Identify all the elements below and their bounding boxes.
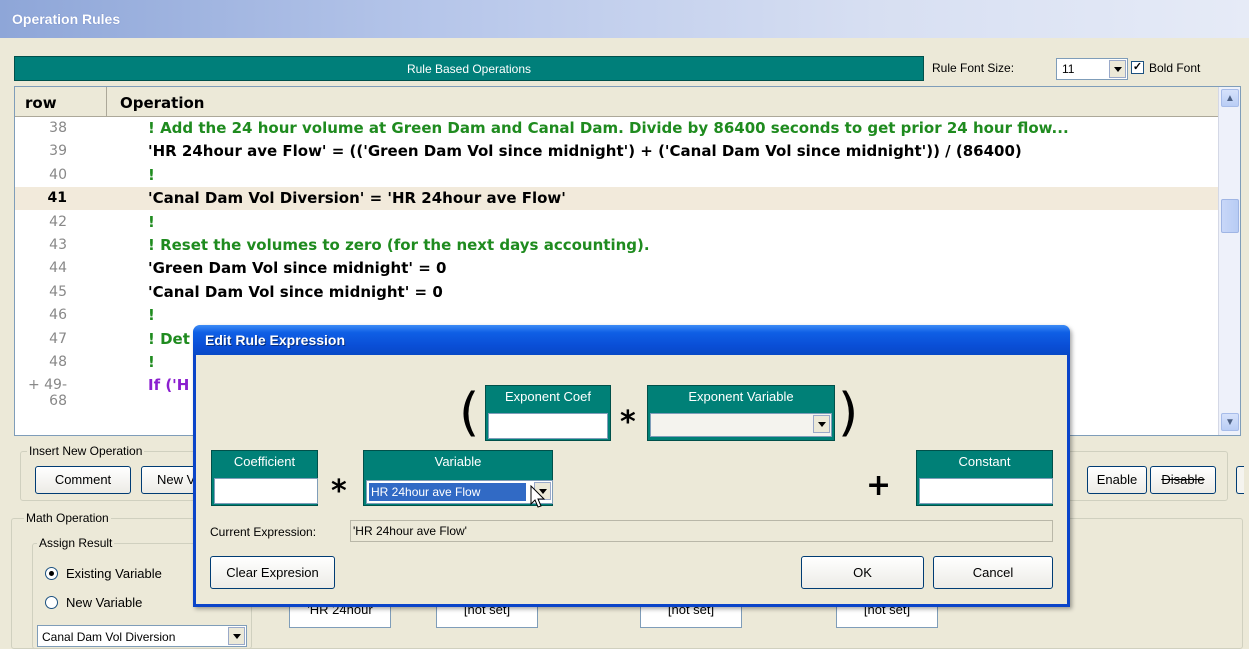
row-number: 38: [49, 120, 67, 136]
chevron-down-icon: [232, 633, 241, 639]
insert-operation-label: Insert New Operation: [27, 444, 145, 458]
font-size-dropdown-button[interactable]: [1109, 60, 1126, 78]
dialog-titlebar[interactable]: Edit Rule Expression: [193, 325, 1070, 355]
window-title: Operation Rules: [12, 11, 121, 27]
row-operation-text: !: [148, 306, 155, 325]
rule-ops-header-label: Rule Based Operations: [406, 62, 532, 76]
current-expression-label: Current Expression:: [210, 525, 317, 539]
existing-variable-label: Existing Variable: [66, 566, 162, 581]
row-operation-text: If ('H: [148, 376, 190, 395]
table-row[interactable]: 41 'Canal Dam Vol Diversion' = 'HR 24hour…: [15, 187, 1218, 211]
exponent-variable-dropdown-button[interactable]: [813, 415, 830, 433]
chevron-up-icon: ▲: [1225, 92, 1235, 104]
exponent-coef-input[interactable]: [488, 413, 608, 439]
enable-button[interactable]: Enable: [1087, 466, 1147, 494]
chevron-down-icon: [817, 421, 826, 427]
row-number: 47: [49, 330, 67, 347]
column-header-operation[interactable]: Operation: [120, 94, 204, 112]
existing-variable-radio[interactable]: [45, 567, 58, 580]
dialog-title: Edit Rule Expression: [205, 332, 346, 348]
ok-button[interactable]: OK: [801, 556, 924, 589]
bold-font-label: Bold Font: [1149, 61, 1201, 75]
rule-ops-header: Rule Based Operations: [14, 56, 924, 81]
row-operation-text: 'Green Dam Vol since midnight' = 0: [148, 259, 447, 278]
close-paren: ): [838, 383, 859, 443]
current-expression-value: 'HR 24hour ave Flow': [350, 520, 1053, 542]
row-number: + 49-68: [27, 377, 67, 410]
row-operation-text: 'HR 24hour ave Flow' = (('Green Dam Vol …: [148, 142, 1022, 161]
row-operation-text: !: [148, 212, 155, 231]
scroll-down-button[interactable]: ▼: [1221, 413, 1239, 431]
mouse-cursor-icon: [530, 485, 546, 508]
table-row[interactable]: 42!: [15, 211, 1218, 234]
assign-variable-value: Canal Dam Vol Diversion: [42, 630, 176, 644]
row-number: 43: [49, 237, 67, 253]
row-operation-text: ! Det: [148, 329, 190, 348]
bold-font-checkbox[interactable]: ✓: [1131, 61, 1144, 74]
scroll-up-button[interactable]: ▲: [1221, 89, 1239, 107]
exponent-times: *: [620, 405, 636, 440]
row-operation-text: 'Canal Dam Vol Diversion' = 'HR 24hour a…: [148, 189, 566, 208]
new-variable-label: New Variable: [66, 595, 143, 610]
chevron-down-icon: [1113, 66, 1122, 72]
open-paren: (: [459, 383, 480, 443]
disable-button[interactable]: Disable: [1150, 466, 1216, 494]
constant-label: Constant: [958, 454, 1011, 469]
assign-variable-select[interactable]: Canal Dam Vol Diversion: [37, 625, 247, 647]
font-size-select[interactable]: 11: [1056, 58, 1128, 80]
table-row[interactable]: 43 ! Reset the volumes to zero (for the n…: [15, 234, 1218, 257]
variable-value: HR 24hour ave Flow: [369, 483, 526, 501]
table-row[interactable]: 40!: [15, 164, 1218, 187]
row-number: 46: [49, 307, 67, 324]
comment-button[interactable]: Comment: [35, 466, 131, 494]
table-row[interactable]: 46!: [15, 304, 1218, 327]
row-number: 45: [49, 283, 67, 300]
math-operation-label: Math Operation: [24, 511, 111, 525]
exponent-variable-select[interactable]: [650, 413, 832, 437]
grid-scrollbar[interactable]: ▲ ▼: [1218, 87, 1240, 435]
variable-select[interactable]: HR 24hour ave Flow: [366, 480, 553, 504]
row-number: 42: [49, 213, 67, 230]
row-number: 41: [47, 190, 67, 207]
window-titlebar: Operation Rules: [0, 0, 1249, 38]
row-number: 39: [49, 143, 67, 160]
row-number: 48: [49, 354, 67, 370]
column-header-row[interactable]: row: [25, 94, 57, 112]
row-operation-text: !: [148, 165, 155, 184]
table-row[interactable]: 45 'Canal Dam Vol since midnight' = 0: [15, 281, 1218, 304]
exponent-variable-label: Exponent Variable: [688, 389, 794, 404]
row-operation-text: 'Canal Dam Vol since midnight' = 0: [148, 282, 443, 301]
row-number: 44: [49, 260, 67, 277]
plus-sign: +: [866, 468, 892, 503]
grid-header: row Operation: [15, 87, 1218, 117]
table-row[interactable]: 38 ! Add the 24 hour volume at Green Dam …: [15, 117, 1218, 140]
table-row[interactable]: 39 'HR 24hour ave Flow' = (('Green Dam Vo…: [15, 140, 1218, 163]
font-size-value: 11: [1062, 62, 1075, 76]
new-variable-button[interactable]: New V: [141, 466, 201, 494]
clear-expression-button[interactable]: Clear Expresion: [210, 556, 335, 589]
font-size-label: Rule Font Size:: [932, 61, 1015, 75]
assign-variable-dropdown-button[interactable]: [228, 627, 245, 645]
row-operation-text: !: [148, 353, 155, 371]
exponent-coef-label: Exponent Coef: [504, 389, 591, 404]
coefficient-times: *: [331, 474, 347, 509]
variable-label: Variable: [434, 454, 482, 469]
coefficient-input[interactable]: [214, 478, 318, 504]
assign-result-label: Assign Result: [37, 536, 115, 550]
column-divider[interactable]: [106, 87, 107, 117]
edit-rule-expression-dialog: Edit Rule Expression ( Exponent Coef * E…: [193, 325, 1070, 607]
scroll-thumb[interactable]: [1221, 199, 1239, 233]
table-row[interactable]: 44 'Green Dam Vol since midnight' = 0: [15, 257, 1218, 280]
row-operation-text: ! Add the 24 hour volume at Green Dam an…: [148, 119, 1069, 137]
new-variable-radio[interactable]: [45, 596, 58, 609]
coefficient-label: Coefficient: [233, 454, 296, 469]
cancel-button[interactable]: Cancel: [933, 556, 1053, 589]
row-number: 40: [49, 166, 67, 183]
constant-input[interactable]: [919, 478, 1053, 504]
row-operation-text: ! Reset the volumes to zero (for the nex…: [148, 236, 650, 254]
chevron-down-icon: ▼: [1225, 416, 1235, 428]
overflow-button-edge[interactable]: [1236, 466, 1244, 494]
